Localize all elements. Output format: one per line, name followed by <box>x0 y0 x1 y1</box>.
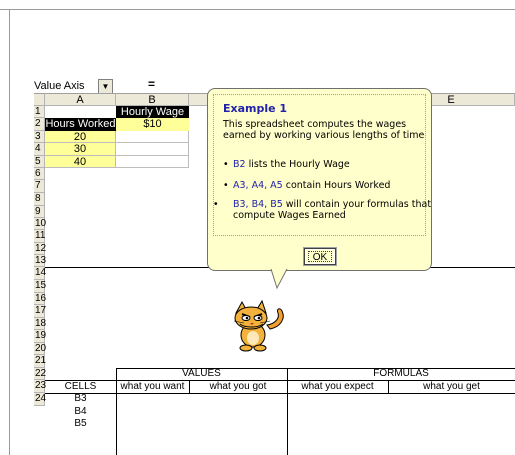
row-header[interactable]: 7 <box>34 180 45 193</box>
row-header[interactable]: 14 <box>34 267 46 280</box>
cell-b3[interactable] <box>116 131 189 143</box>
what-you-got-header: what you got <box>209 381 267 392</box>
cell-b4[interactable] <box>116 143 189 156</box>
callout-bullet-text: contain Hours Worked <box>282 180 391 191</box>
callout-bullet-ref: B3, B4, B5 <box>233 199 283 210</box>
row-header[interactable]: 12 <box>34 243 46 255</box>
row-header[interactable]: 19 <box>34 330 46 343</box>
cells-label: CELLS <box>64 381 97 392</box>
formula-equals-sign: = <box>148 77 156 91</box>
row-header[interactable]: 13 <box>34 255 46 267</box>
cell-a3[interactable]: 20 <box>45 131 116 143</box>
callout-bullet: • B3, B4, B5 will contain your formulas t… <box>213 199 432 221</box>
frame-top-border <box>0 9 515 10</box>
row-header[interactable]: 21 <box>34 355 46 368</box>
column-header-b[interactable]: B <box>116 94 189 106</box>
what-you-expect-header: what you expect <box>301 381 374 392</box>
row-header[interactable]: 11 <box>34 230 45 243</box>
cat-assistant-icon[interactable] <box>220 299 290 353</box>
callout-bullet-text: lists the Hourly Wage <box>245 159 350 170</box>
callout-bullet: • B2 lists the Hourly Wage <box>223 159 350 170</box>
row-header[interactable]: 3 <box>34 131 45 143</box>
row-header[interactable]: 23 <box>34 380 46 393</box>
row-header[interactable]: 1 <box>34 106 45 118</box>
cell-a5[interactable]: 40 <box>45 156 116 168</box>
row-header[interactable]: 2 <box>34 118 45 131</box>
ok-button[interactable]: OK <box>304 248 336 265</box>
row-header[interactable]: 10 <box>34 218 46 230</box>
frame-left-border <box>9 9 10 455</box>
cell-b1-hourly-wage-header[interactable]: Hourly Wage <box>116 106 189 118</box>
cell-b2-hourly-wage[interactable]: $10 <box>116 118 189 131</box>
row-header[interactable]: 20 <box>34 343 46 355</box>
what-you-want-header: what you want <box>120 381 185 392</box>
row-header[interactable]: 9 <box>34 206 45 218</box>
name-box-value: Value Axis <box>34 80 85 92</box>
cell-a4[interactable]: 30 <box>45 143 116 156</box>
row-header[interactable]: 6 <box>34 168 45 180</box>
table-row-label: B3 <box>74 393 87 404</box>
row-header[interactable]: 18 <box>34 318 46 330</box>
table-row-label: B5 <box>74 418 87 429</box>
callout-bullet-ref: B2 <box>233 159 246 170</box>
what-you-get-header: what you get <box>423 381 480 392</box>
table-row-label: B4 <box>74 406 87 417</box>
callout-bullet: • A3, A4, A5 contain Hours Worked <box>223 180 391 191</box>
ok-button-label: OK <box>312 252 328 263</box>
row-header[interactable]: 17 <box>34 305 46 318</box>
row-header[interactable]: 22 <box>34 368 46 380</box>
row-header[interactable]: 5 <box>34 156 45 168</box>
column-header-a[interactable]: A <box>45 94 116 106</box>
cell-b5[interactable] <box>116 156 189 168</box>
values-header: VALUES <box>182 368 221 379</box>
select-all-corner[interactable] <box>34 94 45 106</box>
row-header[interactable]: 4 <box>34 143 45 156</box>
callout-intro: This spreadsheet computes the wages earn… <box>223 119 425 141</box>
row-header[interactable]: 8 <box>34 193 45 206</box>
name-box-dropdown-button[interactable]: ▼ <box>98 79 113 94</box>
formulas-header: FORMULAS <box>373 368 429 379</box>
row-header[interactable]: 16 <box>34 293 46 305</box>
callout-bullet-ref: A3, A4, A5 <box>233 180 283 191</box>
assistant-callout-balloon: Example 1 This spreadsheet computes the … <box>207 88 432 271</box>
row-header[interactable]: 24 <box>34 393 46 406</box>
callout-pointer <box>270 268 288 290</box>
cell-a2-hours-worked-header[interactable]: Hours Worked <box>45 118 116 131</box>
row-header[interactable]: 15 <box>34 280 46 293</box>
name-box[interactable]: Value Axis ▼ <box>34 79 113 94</box>
callout-title: Example 1 <box>223 102 288 115</box>
